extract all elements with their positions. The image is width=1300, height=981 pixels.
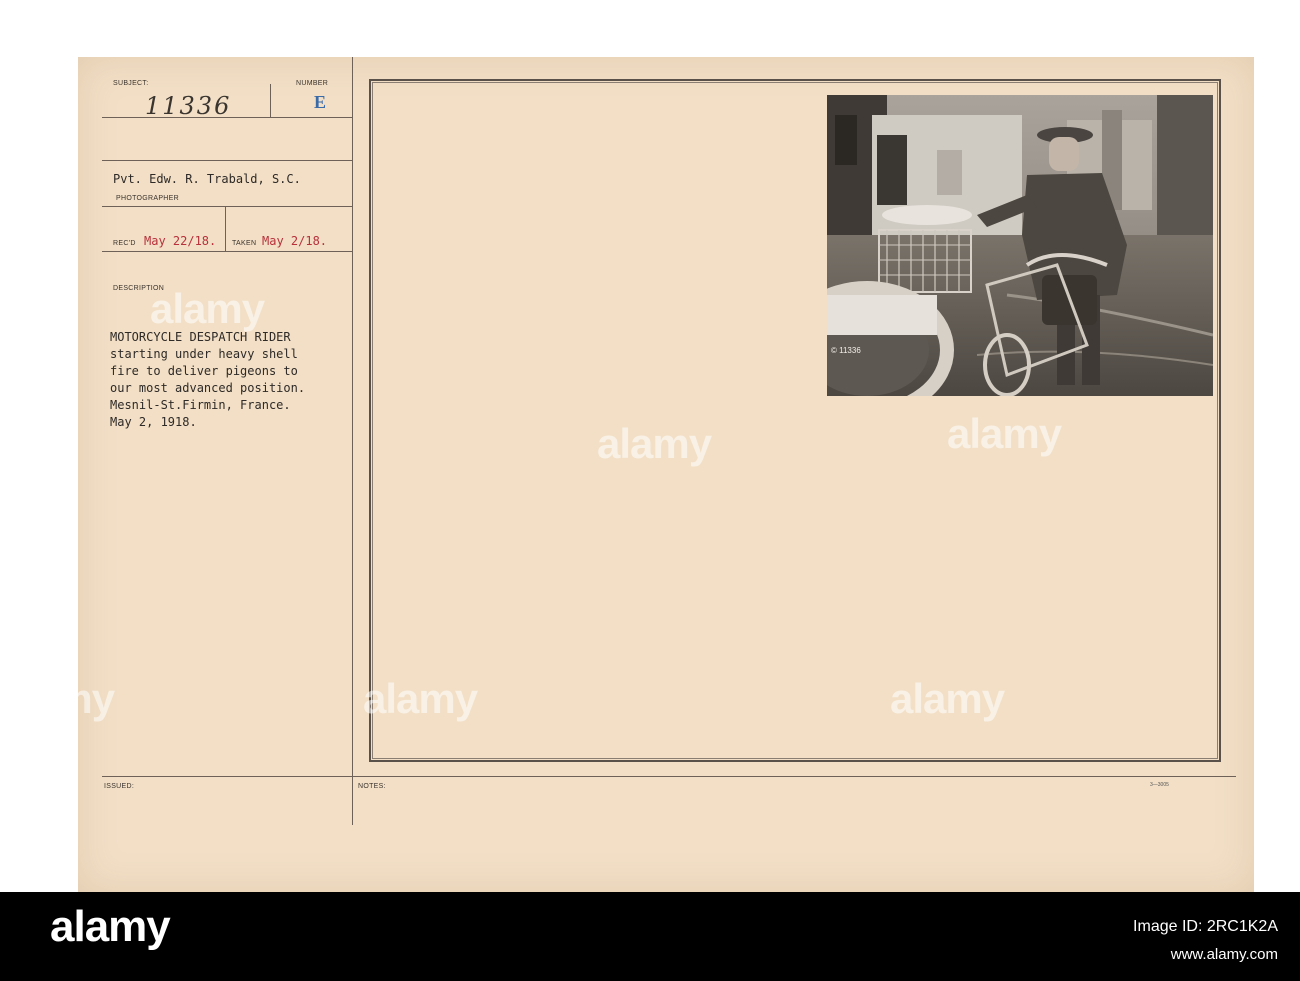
watermark: alamy (150, 285, 265, 332)
description-location: Mesnil-St.Firmin, France. (110, 398, 291, 412)
recd-divider (225, 207, 226, 252)
dates-line (102, 251, 352, 252)
form-code: 3—3005 (1150, 782, 1169, 788)
taken-date: May 2/18. (262, 234, 328, 248)
watermark: alamy (597, 420, 712, 467)
footer-url[interactable]: www.alamy.com (1171, 946, 1278, 963)
number-label: NUMBER (296, 80, 329, 87)
recd-date: May 22/18. (144, 234, 217, 248)
subject-label: SUBJECT: (113, 80, 149, 87)
notes-label: NOTES: (358, 783, 386, 790)
image-id: Image ID: 2RC1K2A (1133, 918, 1278, 935)
subject-number: 11336 (145, 92, 232, 120)
footer-logo[interactable]: alamy (50, 902, 171, 952)
stock-footer (0, 892, 1300, 981)
subject-divider (270, 84, 271, 118)
description-date: May 2, 1918. (110, 415, 197, 429)
left-column-divider (352, 57, 353, 825)
description-line: starting under heavy shell (110, 347, 298, 361)
watermark: alamy (363, 675, 478, 722)
watermark: alamy (890, 675, 1005, 722)
description-line: our most advanced position. (110, 381, 306, 395)
description-line: fire to deliver pigeons to (110, 364, 298, 378)
taken-label: TAKEN (232, 240, 257, 247)
photographer-label: PHOTOGRAPHER (116, 195, 179, 202)
bottom-line (102, 776, 1236, 777)
photographer-line (102, 206, 352, 207)
photograph: © 11336 (827, 95, 1213, 396)
photographer-name: Pvt. Edw. R. Trabald, S.C. (113, 172, 301, 186)
issued-label: ISSUED: (104, 783, 135, 790)
photographer-top-line (102, 160, 352, 161)
number-stamp: E (313, 92, 326, 112)
recd-label: REC'D (113, 240, 136, 247)
watermark: alamy (0, 675, 115, 722)
negative-number: © 11336 (831, 346, 861, 355)
watermark: alamy (947, 410, 1062, 457)
photograph-scene (827, 95, 1213, 396)
